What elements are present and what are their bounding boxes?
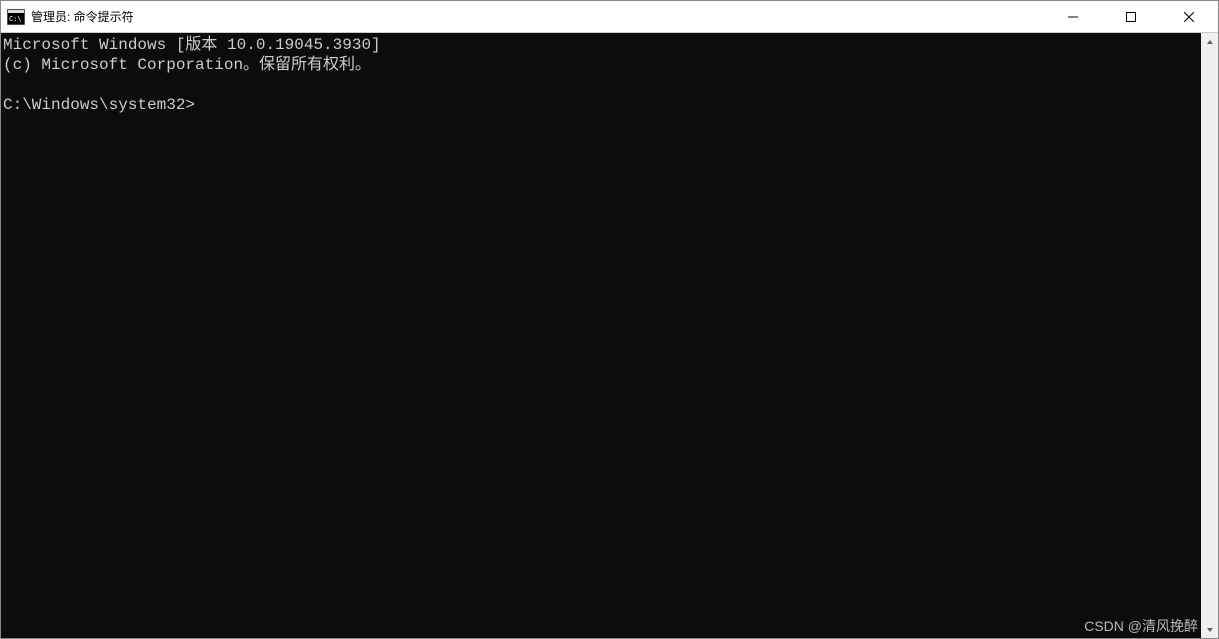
terminal-line: Microsoft Windows [版本 10.0.19045.3930] <box>3 35 1201 55</box>
scrollbar-track[interactable] <box>1201 50 1218 621</box>
terminal-line: (c) Microsoft Corporation。保留所有权利。 <box>3 55 1201 75</box>
close-button[interactable] <box>1160 1 1218 32</box>
svg-text:C:\: C:\ <box>9 15 22 23</box>
minimize-button[interactable] <box>1044 1 1102 32</box>
scrollbar-down-arrow[interactable] <box>1201 621 1218 638</box>
cmd-icon: C:\ <box>7 9 25 25</box>
titlebar[interactable]: C:\ 管理员: 命令提示符 <box>1 1 1218 33</box>
maximize-button[interactable] <box>1102 1 1160 32</box>
command-prompt-window: C:\ 管理员: 命令提示符 Microsoft Windows [版本 10.… <box>0 0 1219 639</box>
terminal-output[interactable]: Microsoft Windows [版本 10.0.19045.3930](c… <box>1 33 1201 638</box>
client-area: Microsoft Windows [版本 10.0.19045.3930](c… <box>1 33 1218 638</box>
scrollbar-up-arrow[interactable] <box>1201 33 1218 50</box>
terminal-prompt-line: C:\Windows\system32> <box>3 95 1201 115</box>
vertical-scrollbar[interactable] <box>1201 33 1218 638</box>
terminal-blank-line <box>3 75 1201 95</box>
window-title: 管理员: 命令提示符 <box>31 8 134 25</box>
window-controls <box>1044 1 1218 32</box>
terminal-prompt: C:\Windows\system32> <box>3 96 195 114</box>
